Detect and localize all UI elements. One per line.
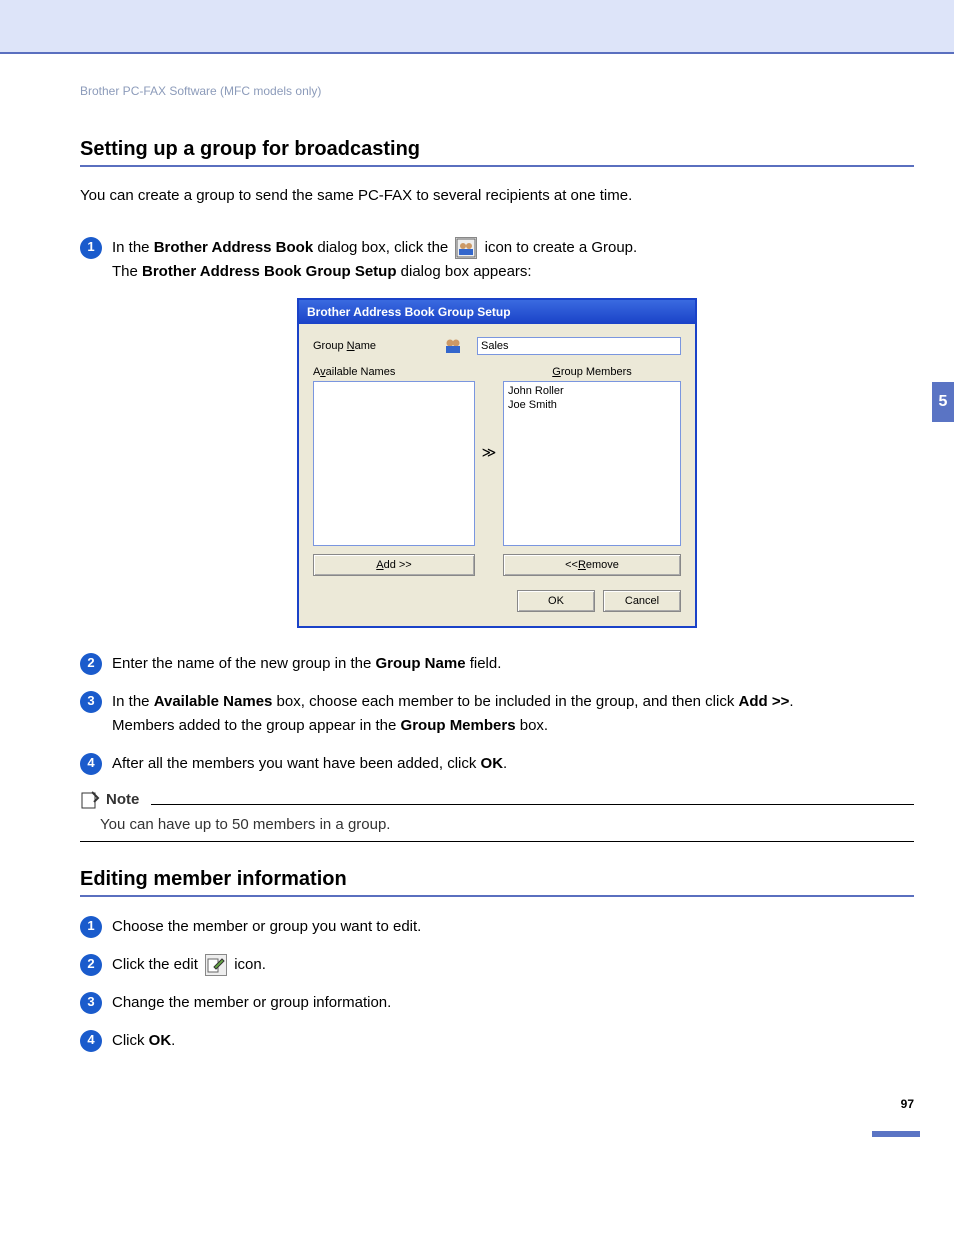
text: . <box>789 693 793 710</box>
text: Click the edit <box>112 956 202 973</box>
note-rule <box>151 795 914 805</box>
text: Enter the name of the new group in the <box>112 655 376 672</box>
note-icon <box>80 790 100 810</box>
list-item[interactable]: Joe Smith <box>508 398 676 412</box>
section-title-editing: Editing member information <box>80 868 914 897</box>
step-bullet: 1 <box>80 916 102 938</box>
group-icon <box>443 336 463 356</box>
text-bold: Available Names <box>154 693 273 710</box>
label-available-names: Available Names <box>313 366 475 378</box>
step-bullet: 4 <box>80 753 102 775</box>
text: After all the members you want have been… <box>112 755 481 772</box>
text: field. <box>466 655 502 672</box>
label-group-members: Group Members <box>503 366 681 378</box>
note-title: Note <box>106 791 139 808</box>
page-number: 97 <box>901 1097 914 1111</box>
text-bold: Group Members <box>401 717 516 734</box>
list-item[interactable]: John Roller <box>508 384 676 398</box>
section-intro: You can create a group to send the same … <box>80 185 914 208</box>
edit-step-3: 3 Change the member or group information… <box>80 991 914 1015</box>
text: The <box>112 263 142 280</box>
group-icon <box>455 237 477 259</box>
step-bullet: 2 <box>80 954 102 976</box>
text: Change the member or group information. <box>112 991 914 1015</box>
edit-icon <box>205 954 227 976</box>
text: In the <box>112 693 154 710</box>
step-bullet: 3 <box>80 691 102 713</box>
text: icon to create a Group. <box>480 239 637 256</box>
text: box. <box>516 717 549 734</box>
text: In the <box>112 239 154 256</box>
dialog-group-setup: Brother Address Book Group Setup Group N… <box>297 298 697 628</box>
step-1: 1 In the Brother Address Book dialog box… <box>80 236 914 284</box>
text-bold: OK <box>481 755 504 772</box>
listbox-members[interactable]: John Roller Joe Smith <box>503 381 681 546</box>
cancel-button[interactable]: Cancel <box>603 590 681 612</box>
ok-button[interactable]: OK <box>517 590 595 612</box>
listbox-available[interactable] <box>313 381 475 546</box>
step-bullet: 1 <box>80 237 102 259</box>
breadcrumb: Brother PC-FAX Software (MFC models only… <box>80 84 914 98</box>
text: Click <box>112 1032 149 1049</box>
note-body: You can have up to 50 members in a group… <box>100 816 914 833</box>
text-bold: OK <box>149 1032 172 1049</box>
edit-step-2: 2 Click the edit icon. <box>80 953 914 977</box>
header-band <box>0 0 954 52</box>
edit-step-1: 1 Choose the member or group you want to… <box>80 915 914 939</box>
text: dialog box, click the <box>313 239 452 256</box>
label-group-name: Group Name <box>313 340 443 352</box>
text: dialog box appears: <box>396 263 531 280</box>
remove-button[interactable]: << Remove <box>503 554 681 576</box>
text: . <box>171 1032 175 1049</box>
step-bullet: 3 <box>80 992 102 1014</box>
text: icon. <box>230 956 266 973</box>
text: Members added to the group appear in the <box>112 717 401 734</box>
step-3: 3 In the Available Names box, choose eac… <box>80 690 914 738</box>
transfer-arrow-icon: ≫ <box>475 366 503 461</box>
text: box, choose each member to be included i… <box>272 693 738 710</box>
step-4: 4 After all the members you want have be… <box>80 752 914 776</box>
section-title-broadcasting: Setting up a group for broadcasting <box>80 138 914 167</box>
page-accent-bar <box>872 1131 920 1137</box>
step-bullet: 2 <box>80 653 102 675</box>
text-bold: Brother Address Book Group Setup <box>142 263 396 280</box>
add-button[interactable]: Add >> <box>313 554 475 576</box>
note-rule-bottom <box>80 841 914 842</box>
text: . <box>503 755 507 772</box>
step-2: 2 Enter the name of the new group in the… <box>80 652 914 676</box>
edit-step-4: 4 Click OK. <box>80 1029 914 1053</box>
input-group-name[interactable] <box>477 337 681 355</box>
text-bold: Add >> <box>739 693 790 710</box>
note-block: Note You can have up to 50 members in a … <box>80 790 914 833</box>
text: Choose the member or group you want to e… <box>112 915 914 939</box>
text-bold: Brother Address Book <box>154 239 313 256</box>
step-bullet: 4 <box>80 1030 102 1052</box>
dialog-titlebar: Brother Address Book Group Setup <box>299 300 695 324</box>
text-bold: Group Name <box>376 655 466 672</box>
